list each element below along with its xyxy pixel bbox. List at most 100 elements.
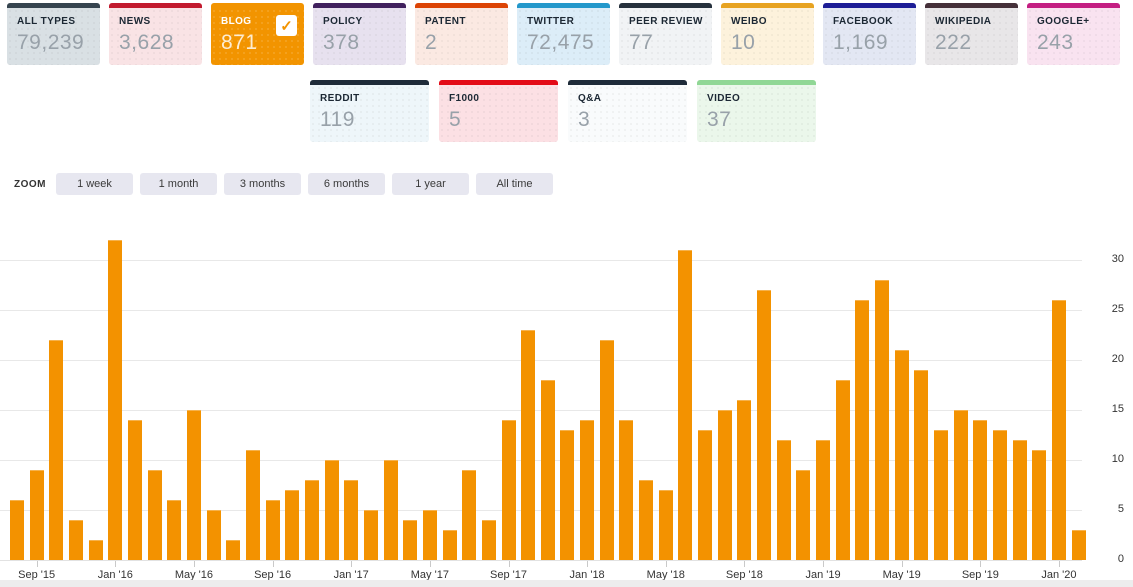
chart-bar[interactable] — [757, 290, 771, 560]
chart-bar[interactable] — [875, 280, 889, 560]
filter-card-video[interactable]: VIDEO37 — [697, 80, 816, 142]
chart-bar[interactable] — [49, 340, 63, 560]
chart-bar[interactable] — [796, 470, 810, 560]
chart-bar[interactable] — [1072, 530, 1086, 560]
filter-card-count: 72,475 — [527, 31, 601, 55]
chart-bar[interactable] — [855, 300, 869, 560]
filter-card-count: 1,169 — [833, 31, 907, 55]
filter-card-policy[interactable]: POLICY378 — [313, 3, 406, 65]
chart-bar[interactable] — [266, 500, 280, 560]
x-axis-tick — [37, 561, 38, 567]
filter-card-q-a[interactable]: Q&A3 — [568, 80, 687, 142]
filter-card-weibo[interactable]: WEIBO10 — [721, 3, 814, 65]
filter-card-count: 243 — [1037, 31, 1111, 55]
filter-card-label: WIKIPEDIA — [935, 16, 1009, 27]
filter-card-label: TWITTER — [527, 16, 601, 27]
x-axis-tick — [509, 561, 510, 567]
chart-bar[interactable] — [1032, 450, 1046, 560]
chart-bar[interactable] — [187, 410, 201, 560]
filter-card-peer-review[interactable]: PEER REVIEW77 — [619, 3, 712, 65]
x-axis-tick — [351, 561, 352, 567]
filter-card-f1000[interactable]: F10005 — [439, 80, 558, 142]
chart-bar[interactable] — [364, 510, 378, 560]
chart-bar[interactable] — [895, 350, 909, 560]
filter-card-blog[interactable]: BLOG871✓ — [211, 3, 304, 65]
chart-gridline — [0, 310, 1082, 311]
chart-bar[interactable] — [167, 500, 181, 560]
filter-card-label: FACEBOOK — [833, 16, 907, 27]
filter-card-all-types[interactable]: ALL TYPES79,239 — [7, 3, 100, 65]
chart-bar[interactable] — [934, 430, 948, 560]
chart-bar[interactable] — [443, 530, 457, 560]
zoom-button-1-year[interactable]: 1 year — [392, 173, 469, 195]
filter-card-google-[interactable]: GOOGLE+ 243 — [1027, 3, 1120, 65]
filter-card-twitter[interactable]: TWITTER 72,475 — [517, 3, 610, 65]
chart-bar[interactable] — [89, 540, 103, 560]
chart-bar[interactable] — [462, 470, 476, 560]
chart-bar[interactable] — [1052, 300, 1066, 560]
chart-bar[interactable] — [659, 490, 673, 560]
chart-bar[interactable] — [1013, 440, 1027, 560]
chart-bar[interactable] — [128, 420, 142, 560]
chart-bar[interactable] — [344, 480, 358, 560]
chart-bar[interactable] — [973, 420, 987, 560]
chart-bar[interactable] — [325, 460, 339, 560]
filter-card-patent[interactable]: PATENT2 — [415, 3, 508, 65]
filter-card-count: 378 — [323, 31, 397, 55]
chart-bar[interactable] — [993, 430, 1007, 560]
zoom-button-group: 1 week 1 month 3 months 6 months 1 year All t… — [56, 173, 553, 195]
chart-bar[interactable] — [502, 420, 516, 560]
chart-bar[interactable] — [718, 410, 732, 560]
chart-bar[interactable] — [285, 490, 299, 560]
chart-bar[interactable] — [384, 460, 398, 560]
y-axis-label: 10 — [1086, 453, 1124, 465]
filter-card-news[interactable]: NEWS3,628 — [109, 3, 202, 65]
chart-bar[interactable] — [737, 400, 751, 560]
horizontal-scrollbar[interactable] — [0, 580, 1133, 587]
zoom-button-1-month[interactable]: 1 month — [140, 173, 217, 195]
chart-bar[interactable] — [580, 420, 594, 560]
zoom-label: ZOOM — [14, 179, 46, 190]
chart-bar[interactable] — [914, 370, 928, 560]
filter-card-wikipedia[interactable]: WIKIPEDIA222 — [925, 3, 1018, 65]
chart-bar[interactable] — [423, 510, 437, 560]
filter-card-count: 79,239 — [17, 31, 91, 55]
zoom-button-3-months[interactable]: 3 months — [224, 173, 301, 195]
chart-bar[interactable] — [30, 470, 44, 560]
x-axis-tick — [194, 561, 195, 567]
y-axis-label: 15 — [1086, 403, 1124, 415]
y-axis-label: 20 — [1086, 353, 1124, 365]
chart-bar[interactable] — [148, 470, 162, 560]
filter-card-label: GOOGLE+ — [1037, 16, 1111, 27]
chart-bar[interactable] — [560, 430, 574, 560]
chart-bar[interactable] — [207, 510, 221, 560]
chart-bar[interactable] — [954, 410, 968, 560]
chart-bar[interactable] — [836, 380, 850, 560]
x-axis-tick — [1059, 561, 1060, 567]
chart-bar[interactable] — [226, 540, 240, 560]
y-axis-label: 30 — [1086, 253, 1124, 265]
chart-bar[interactable] — [816, 440, 830, 560]
zoom-button-all-time[interactable]: All time — [476, 173, 553, 195]
zoom-button-6-months[interactable]: 6 months — [308, 173, 385, 195]
chart-bar[interactable] — [541, 380, 555, 560]
chart-bar[interactable] — [482, 520, 496, 560]
chart-bar[interactable] — [246, 450, 260, 560]
chart-bar[interactable] — [600, 340, 614, 560]
filter-card-facebook[interactable]: FACEBOOK 1,169 — [823, 3, 916, 65]
chart-bar[interactable] — [698, 430, 712, 560]
chart-bar[interactable] — [108, 240, 122, 560]
chart-bar[interactable] — [403, 520, 417, 560]
zoom-button-1-week[interactable]: 1 week — [56, 173, 133, 195]
chart-bar[interactable] — [619, 420, 633, 560]
chart-bar[interactable] — [521, 330, 535, 560]
chart-bar[interactable] — [10, 500, 24, 560]
checkbox-checked-icon[interactable]: ✓ — [276, 15, 297, 36]
chart-bar[interactable] — [777, 440, 791, 560]
chart-bar[interactable] — [305, 480, 319, 560]
filter-card-reddit[interactable]: REDDIT119 — [310, 80, 429, 142]
chart-gridline — [0, 260, 1082, 261]
chart-bar[interactable] — [639, 480, 653, 560]
chart-bar[interactable] — [69, 520, 83, 560]
chart-bar[interactable] — [678, 250, 692, 560]
